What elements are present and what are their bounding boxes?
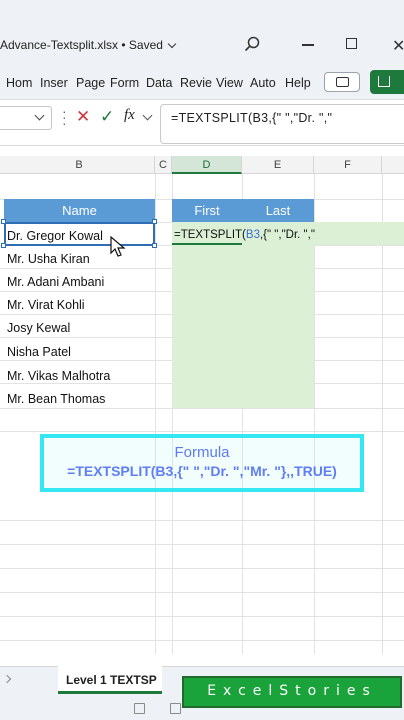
brand-text: ExcelStories (207, 683, 377, 699)
search-icon[interactable] (244, 36, 260, 52)
spill-row-highlight (314, 222, 404, 245)
name-cell[interactable]: Mr. Usha Kiran (7, 252, 90, 266)
spill-range-highlight (172, 222, 314, 408)
tab-help[interactable]: Help (285, 76, 311, 90)
close-icon[interactable]: ✕ (392, 36, 404, 56)
enter-icon[interactable]: ✓ (100, 107, 114, 127)
maximize-icon[interactable] (346, 38, 357, 49)
title-bar (0, 0, 404, 66)
banner-formula: =TEXTSPLIT(B3,{" ","Dr. ","Mr. "},,TRUE) (67, 463, 337, 479)
column-header-d[interactable]: D (172, 156, 242, 174)
name-cell[interactable]: Mr. Vikas Malhotra (7, 369, 110, 383)
page-layout-icon[interactable] (170, 703, 181, 714)
column-header-c[interactable]: C (155, 156, 172, 174)
more-options-icon[interactable]: · · · (62, 104, 67, 130)
column-headers: B C D E F (0, 156, 404, 174)
insert-function-icon[interactable]: fx (124, 107, 135, 124)
selection-handle[interactable] (152, 219, 157, 224)
share-button[interactable] (370, 70, 404, 94)
header-last-cell[interactable]: Last (242, 199, 314, 222)
tab-automate[interactable]: Auto (250, 76, 276, 90)
tab-data[interactable]: Data (146, 76, 172, 90)
formula-prefix: =TEXTSPLIT( (174, 229, 246, 241)
share-icon (378, 76, 390, 87)
header-name-cell[interactable]: Name (4, 199, 155, 222)
formula-suffix: ,{" ","Dr. "," (259, 229, 315, 241)
gridline (0, 616, 404, 617)
name-cell[interactable]: Mr. Adani Ambani (7, 275, 104, 289)
tab-formulas[interactable]: Form (110, 76, 139, 90)
minimize-icon[interactable] (302, 44, 314, 46)
gridline (382, 174, 383, 654)
tab-review[interactable]: Revie (180, 76, 212, 90)
file-title[interactable]: Advance-Textsplit.xlsx • Saved (0, 38, 177, 52)
name-box[interactable] (0, 106, 52, 130)
tab-page-layout[interactable]: Page (76, 76, 105, 90)
name-cell[interactable]: Mr. Virat Kohli (7, 298, 85, 312)
sheet-tab-label: Level 1 TEXTSP (66, 673, 157, 687)
name-cell[interactable]: Mr. Bean Thomas (7, 392, 105, 406)
name-cell[interactable]: Josy Kewal (7, 321, 70, 335)
comments-button[interactable] (324, 72, 360, 92)
gridline (0, 592, 404, 593)
cell-formula-text: =TEXTSPLIT(B3,{" ","Dr. "," (174, 229, 315, 241)
chevron-down-icon (167, 39, 177, 49)
comment-icon (336, 77, 349, 87)
cancel-icon[interactable]: ✕ (76, 107, 90, 127)
normal-view-icon[interactable] (134, 703, 145, 714)
name-cell[interactable]: Nisha Patel (7, 345, 71, 359)
tab-view[interactable]: View (216, 76, 243, 90)
gridline (0, 520, 404, 521)
gridline (0, 568, 404, 569)
banner-title: Formula (174, 444, 230, 461)
gridline (314, 174, 315, 654)
tab-insert[interactable]: Inser (40, 76, 68, 90)
tab-home[interactable]: Hom (6, 76, 32, 90)
referenced-cell-b3[interactable] (4, 222, 155, 246)
column-header-b[interactable]: B (4, 156, 155, 174)
mouse-cursor-icon (110, 236, 126, 257)
column-header-f[interactable]: F (314, 156, 382, 174)
column-header-e[interactable]: E (242, 156, 314, 174)
selection-handle[interactable] (1, 219, 6, 224)
file-title-text: Advance-Textsplit.xlsx • Saved (0, 38, 163, 52)
gridline (0, 640, 404, 641)
gridline (0, 431, 404, 432)
selection-handle[interactable] (152, 243, 157, 248)
gridline (0, 408, 404, 409)
formula-input[interactable]: =TEXTSPLIT(B3,{" ","Dr. "," (160, 104, 404, 144)
gridline (0, 544, 404, 545)
selection-handle[interactable] (1, 243, 6, 248)
formula-reference: B3 (245, 229, 260, 241)
header-first-cell[interactable]: First (172, 199, 242, 222)
